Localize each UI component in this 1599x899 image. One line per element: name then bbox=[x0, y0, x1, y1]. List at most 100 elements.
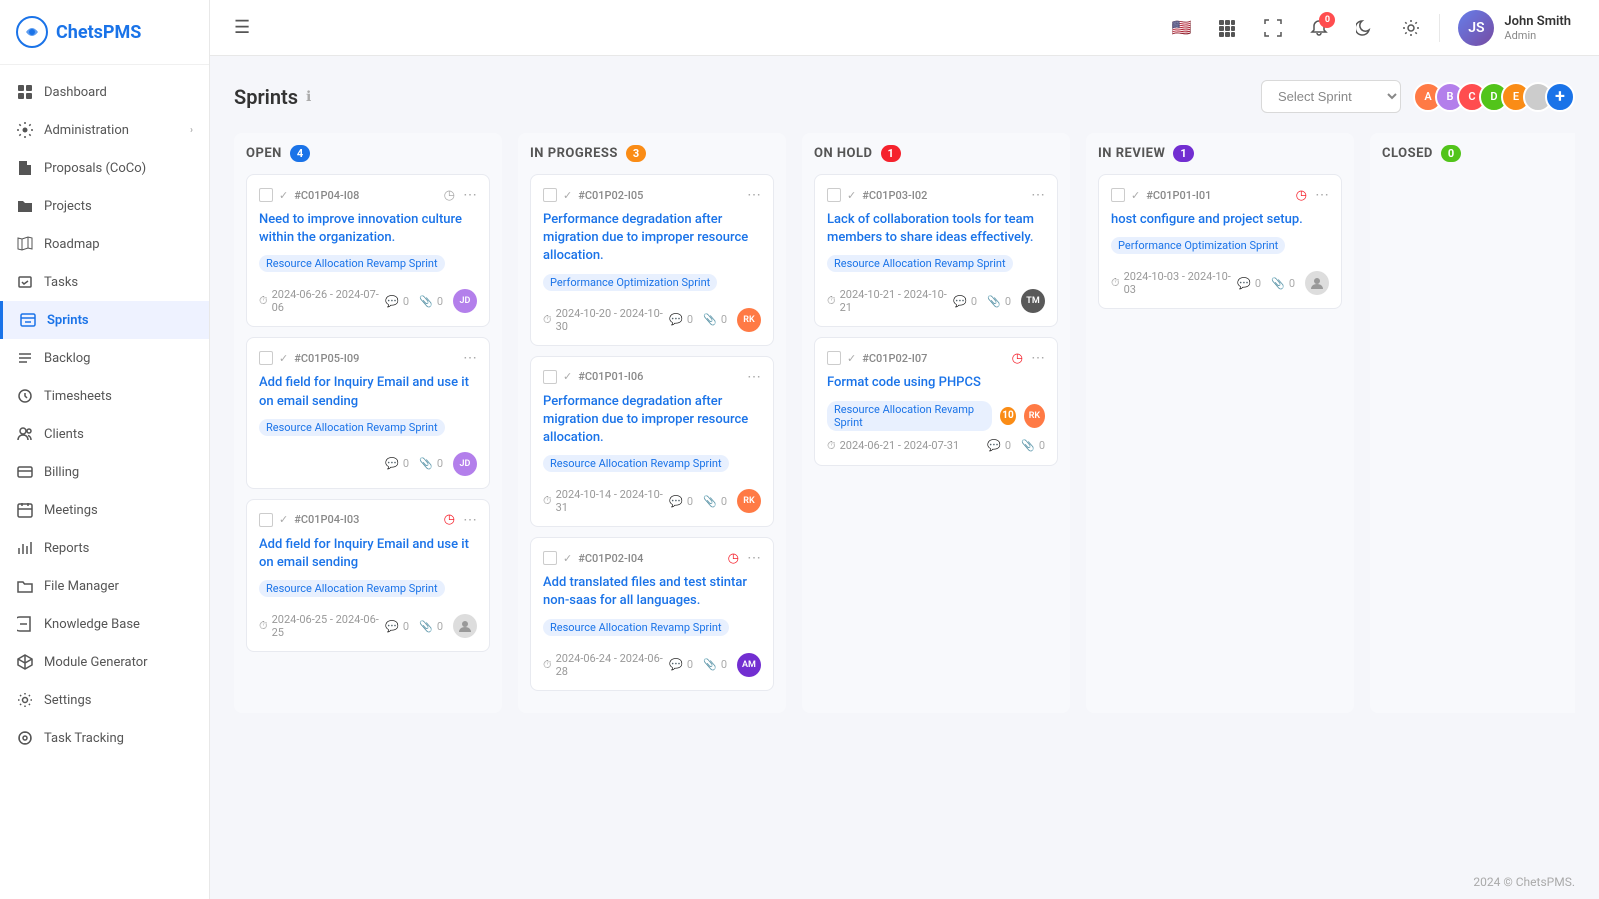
card-checkbox[interactable] bbox=[259, 513, 273, 527]
task-card[interactable]: ✓ #C01P01-I01 ◷ ⋯ host configure and pro… bbox=[1098, 174, 1342, 309]
bar-chart-icon bbox=[16, 539, 34, 557]
topbar-actions: 🇺🇸 0 JS John Smith bbox=[1163, 6, 1579, 50]
chevron-right-icon: › bbox=[190, 125, 193, 136]
sidebar-item-projects[interactable]: Projects bbox=[0, 187, 209, 225]
card-menu-icon[interactable]: ⋯ bbox=[1031, 187, 1045, 203]
sidebar-item-label: Tasks bbox=[44, 275, 193, 290]
card-footer-right: 💬 0 📎 0 TM bbox=[953, 289, 1045, 313]
card-checkbox[interactable] bbox=[1111, 188, 1125, 202]
settings-button[interactable] bbox=[1393, 10, 1429, 46]
sidebar-item-billing[interactable]: Billing bbox=[0, 453, 209, 491]
sidebar-item-sprints[interactable]: Sprints bbox=[0, 301, 209, 339]
sidebar-item-backlog[interactable]: Backlog bbox=[0, 339, 209, 377]
flag-button[interactable]: 🇺🇸 bbox=[1163, 10, 1199, 46]
card-id: #C01P05-I09 bbox=[294, 352, 359, 365]
card-tag[interactable]: Resource Allocation Revamp Sprint bbox=[543, 455, 729, 472]
sidebar-item-reports[interactable]: Reports bbox=[0, 529, 209, 567]
topbar: ☰ 🇺🇸 0 JS bbox=[210, 0, 1599, 56]
info-icon[interactable]: ℹ bbox=[306, 89, 311, 105]
card-title: host configure and project setup. bbox=[1111, 211, 1329, 229]
card-tag[interactable]: Resource Allocation Revamp Sprint bbox=[827, 255, 1013, 272]
task-card[interactable]: ✓ #C01P02-I04 ◷ ⋯ Add translated files a… bbox=[530, 537, 774, 690]
task-card[interactable]: ✓ #C01P05-I09 ⋯ Add field for Inquiry Em… bbox=[246, 337, 490, 488]
card-checkbox[interactable] bbox=[259, 188, 273, 202]
card-comments: 💬 0 bbox=[987, 439, 1011, 452]
task-card[interactable]: ✓ #C01P04-I08 ◷ ⋯ Need to improve innova… bbox=[246, 174, 490, 327]
footer: 2024 © ChetsPMS. bbox=[210, 865, 1599, 899]
task-card[interactable]: ✓ #C01P01-I06 ⋯ Performance degradation … bbox=[530, 356, 774, 528]
page-header: Sprints ℹ Select Sprint A B C D E + bbox=[234, 80, 1575, 113]
clock-icon: ⏱ bbox=[259, 294, 268, 308]
card-checkbox[interactable] bbox=[827, 188, 841, 202]
sidebar-item-file-manager[interactable]: File Manager bbox=[0, 567, 209, 605]
card-tag[interactable]: Performance Optimization Sprint bbox=[1111, 237, 1285, 254]
fullscreen-button[interactable] bbox=[1255, 10, 1291, 46]
card-footer-right: 💬 0 📎 0 bbox=[987, 439, 1045, 452]
card-footer: ⏱ 2024-06-21 - 2024-07-31 💬 0 📎 0 bbox=[827, 439, 1045, 453]
card-menu-icon[interactable]: ⋯ bbox=[1031, 350, 1045, 366]
task-card[interactable]: ✓ #C01P03-I02 ⋯ Lack of collaboration to… bbox=[814, 174, 1058, 327]
attachment-icon: 📎 bbox=[419, 295, 433, 308]
card-menu-icon[interactable]: ⋯ bbox=[747, 187, 761, 203]
card-checkbox[interactable] bbox=[827, 351, 841, 365]
card-menu-icon[interactable]: ⋯ bbox=[463, 187, 477, 203]
card-tag[interactable]: Performance Optimization Sprint bbox=[543, 274, 717, 291]
comment-icon: 💬 bbox=[385, 295, 399, 308]
priority-icon: ◷ bbox=[1012, 351, 1023, 366]
sidebar-item-administration[interactable]: Administration › bbox=[0, 111, 209, 149]
card-tag[interactable]: Resource Allocation Revamp Sprint bbox=[259, 419, 445, 436]
credit-card-icon bbox=[16, 463, 34, 481]
sidebar-item-tasks[interactable]: Tasks bbox=[0, 263, 209, 301]
add-member-button[interactable]: + bbox=[1545, 82, 1575, 112]
moon-icon bbox=[1356, 19, 1374, 37]
task-card[interactable]: ✓ #C01P02-I07 ◷ ⋯ Format code using PHPC… bbox=[814, 337, 1058, 465]
card-top-left: ✓ #C01P05-I09 bbox=[259, 351, 359, 365]
task-card[interactable]: ✓ #C01P04-I03 ◷ ⋯ Add field for Inquiry … bbox=[246, 499, 490, 652]
sidebar-item-timesheets[interactable]: Timesheets bbox=[0, 377, 209, 415]
sidebar-item-knowledge-base[interactable]: Knowledge Base bbox=[0, 605, 209, 643]
list-icon bbox=[16, 349, 34, 367]
sprint-select[interactable]: Select Sprint bbox=[1261, 80, 1401, 113]
sidebar-item-roadmap[interactable]: Roadmap bbox=[0, 225, 209, 263]
column-title: IN REVIEW bbox=[1098, 146, 1165, 161]
card-avatar-placeholder bbox=[1305, 271, 1329, 295]
priority-icon: ◷ bbox=[444, 512, 455, 527]
card-menu-icon[interactable]: ⋯ bbox=[747, 369, 761, 385]
task-card[interactable]: ✓ #C01P02-I05 ⋯ Performance degradation … bbox=[530, 174, 774, 346]
card-checkbox[interactable] bbox=[259, 351, 273, 365]
card-menu-icon[interactable]: ⋯ bbox=[463, 350, 477, 366]
sidebar-item-label: Module Generator bbox=[44, 655, 193, 670]
sidebar-item-task-tracking[interactable]: Task Tracking bbox=[0, 719, 209, 757]
dark-mode-button[interactable] bbox=[1347, 10, 1383, 46]
apps-grid-icon bbox=[1218, 19, 1236, 37]
sidebar-item-proposals[interactable]: Proposals (CoCo) bbox=[0, 149, 209, 187]
user-name: John Smith bbox=[1504, 14, 1571, 29]
sidebar-item-clients[interactable]: Clients bbox=[0, 415, 209, 453]
card-checkbox[interactable] bbox=[543, 551, 557, 565]
user-profile[interactable]: JS John Smith Admin bbox=[1450, 6, 1579, 50]
card-tag[interactable]: Resource Allocation Revamp Sprint bbox=[543, 619, 729, 636]
notifications-button[interactable]: 0 bbox=[1301, 10, 1337, 46]
card-tag[interactable]: Resource Allocation Revamp Sprint bbox=[259, 580, 445, 597]
sidebar-item-label: Clients bbox=[44, 427, 193, 442]
card-menu-icon[interactable]: ⋯ bbox=[463, 512, 477, 528]
column-title: IN PROGRESS bbox=[530, 146, 618, 161]
folder-open-icon bbox=[16, 577, 34, 595]
card-tag[interactable]: Resource Allocation Revamp Sprint bbox=[827, 401, 992, 431]
card-tag[interactable]: Resource Allocation Revamp Sprint bbox=[259, 255, 445, 272]
card-checkbox[interactable] bbox=[543, 188, 557, 202]
card-title: Add field for Inquiry Email and use it o… bbox=[259, 374, 477, 410]
card-attachments: 📎 0 bbox=[987, 295, 1011, 308]
card-checkbox[interactable] bbox=[543, 370, 557, 384]
sidebar-item-label: Administration bbox=[44, 123, 180, 138]
card-id: #C01P02-I04 bbox=[578, 552, 643, 565]
card-menu-icon[interactable]: ⋯ bbox=[747, 550, 761, 566]
hamburger-menu-button[interactable]: ☰ bbox=[230, 13, 254, 42]
sidebar-item-module-generator[interactable]: Module Generator bbox=[0, 643, 209, 681]
sidebar-item-settings[interactable]: Settings bbox=[0, 681, 209, 719]
sidebar-item-dashboard[interactable]: Dashboard bbox=[0, 73, 209, 111]
sidebar-item-meetings[interactable]: Meetings bbox=[0, 491, 209, 529]
apps-button[interactable] bbox=[1209, 10, 1245, 46]
card-top-left: ✓ #C01P04-I08 bbox=[259, 188, 359, 202]
card-menu-icon[interactable]: ⋯ bbox=[1315, 187, 1329, 203]
